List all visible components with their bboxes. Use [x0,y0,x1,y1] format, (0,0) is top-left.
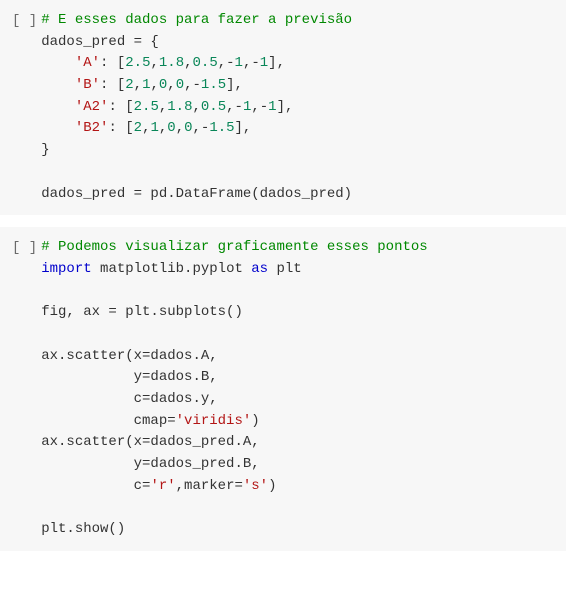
code-token: , [150,77,158,93]
code-token [41,99,75,115]
code-token [41,55,75,71]
code-token: plt.show() [41,521,125,537]
code-token: ax.scatter(x=dados_pred.A, [41,434,259,450]
code-token: 2.5 [134,99,159,115]
code-token: ], [277,99,294,115]
code-token: 's' [243,478,268,494]
code-token: } [41,142,49,158]
run-button[interactable]: [ ] [12,11,37,33]
code-token: ax.scatter(x=dados.A, [41,348,217,364]
code-token: ,- [226,99,243,115]
code-token: fig, ax = plt.subplots() [41,304,243,320]
code-token: 0 [167,120,175,136]
code-token: cmap= [41,413,175,429]
code-cell[interactable]: [ ]# Podemos visualizar graficamente ess… [0,227,566,551]
code-token: import [41,261,91,277]
code-token: : [ [108,120,133,136]
code-token: 'A' [75,55,100,71]
code-token: 'B2' [75,120,109,136]
code-token: ) [251,413,259,429]
code-token: , [167,77,175,93]
code-token: , [150,55,158,71]
code-token: c= [41,478,150,494]
code-token: 1 [268,99,276,115]
code-content[interactable]: # Podemos visualizar graficamente esses … [41,237,427,541]
code-token: 0.5 [193,55,218,71]
code-content[interactable]: # E esses dados para fazer a previsão da… [41,10,352,205]
code-token: ,- [193,120,210,136]
code-token: y=dados_pred.B, [41,456,259,472]
code-token: # Podemos visualizar graficamente esses … [41,239,427,255]
code-token: 0.5 [201,99,226,115]
code-token: , [184,55,192,71]
code-token [41,77,75,93]
code-token: 'viridis' [176,413,252,429]
code-token: : [ [100,55,125,71]
code-token: 1.8 [167,99,192,115]
code-token: # E esses dados para fazer a previsão [41,12,352,28]
code-token: ,marker= [176,478,243,494]
code-token: c=dados.y, [41,391,217,407]
code-token: ,- [243,55,260,71]
code-token: 2 [134,120,142,136]
code-token: 2 [125,77,133,93]
code-token: as [251,261,268,277]
code-token: 0 [184,120,192,136]
code-token: , [134,77,142,93]
code-token: , [176,120,184,136]
code-token: plt [268,261,302,277]
code-cell[interactable]: [ ]# E esses dados para fazer a previsão… [0,0,566,215]
code-token: ], [226,77,243,93]
code-token: 'B' [75,77,100,93]
code-token: ], [235,120,252,136]
code-token: 1.5 [209,120,234,136]
code-token: 1 [235,55,243,71]
code-token: dados_pred = { [41,34,159,50]
code-token: 0 [176,77,184,93]
code-token: dados_pred = pd.DataFrame(dados_pred) [41,186,352,202]
code-token: ,- [218,55,235,71]
code-token [41,120,75,136]
run-button[interactable]: [ ] [12,238,37,260]
code-token: 1.5 [201,77,226,93]
code-token: 'A2' [75,99,109,115]
code-token: : [ [100,77,125,93]
code-token: ,- [184,77,201,93]
code-token: y=dados.B, [41,369,217,385]
code-token: 1 [150,120,158,136]
code-token: matplotlib.pyplot [92,261,252,277]
code-token: 1 [260,55,268,71]
code-token: ], [268,55,285,71]
code-token: ,- [251,99,268,115]
code-token: 'r' [150,478,175,494]
code-token: : [ [108,99,133,115]
code-token: 2.5 [125,55,150,71]
code-token: ) [268,478,276,494]
code-token: 1.8 [159,55,184,71]
code-token: , [193,99,201,115]
